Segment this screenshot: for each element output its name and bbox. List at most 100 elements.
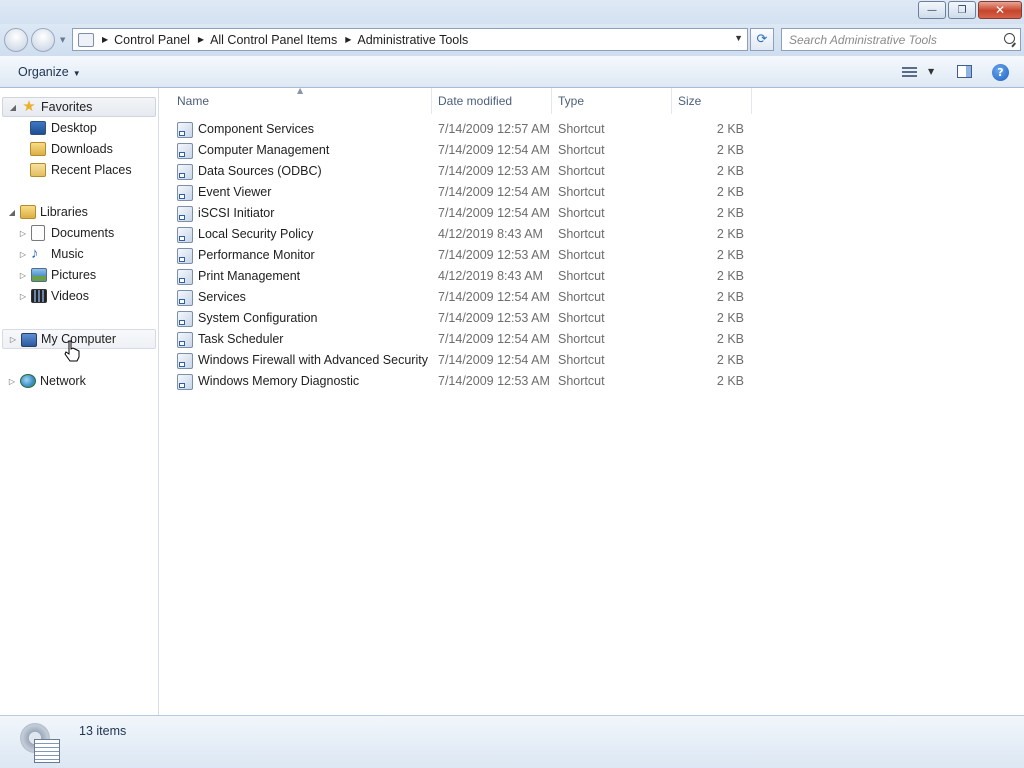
sort-ascending-icon: ▲ — [297, 86, 304, 95]
file-row[interactable]: Windows Memory Diagnostic 7/14/2009 12:5… — [160, 371, 760, 392]
breadcrumb-separator-icon[interactable]: ▶ — [198, 35, 204, 44]
recent-pages-dropdown-icon[interactable]: ▼ — [60, 36, 65, 44]
file-type: Shortcut — [558, 164, 605, 178]
file-row[interactable]: iSCSI Initiator 7/14/2009 12:54 AM Short… — [160, 203, 760, 224]
file-date: 7/14/2009 12:54 AM — [438, 185, 550, 199]
refresh-icon: ⟳ — [756, 32, 768, 47]
file-size: 2 KB — [716, 353, 744, 367]
column-header-date[interactable]: Date modified — [432, 88, 552, 114]
expanded-arrow-icon[interactable]: ◢ — [7, 208, 17, 217]
organize-button[interactable]: Organize ▼ — [18, 65, 81, 79]
command-bar: Organize ▼ ▼ ? — [0, 56, 1024, 88]
file-row[interactable]: Computer Management 7/14/2009 12:54 AM S… — [160, 140, 760, 161]
music-icon: ♪ — [31, 245, 39, 262]
breadcrumb-all-control-panel-items[interactable]: All Control Panel Items — [210, 33, 337, 47]
data-sources-icon — [177, 164, 193, 180]
help-icon[interactable]: ? — [992, 64, 1009, 81]
collapsed-arrow-icon[interactable]: ▷ — [8, 335, 18, 344]
column-header-name-label: Name — [177, 94, 210, 108]
chevron-down-icon: ▼ — [72, 69, 81, 78]
file-type: Shortcut — [558, 143, 605, 157]
collapsed-arrow-icon[interactable]: ▷ — [18, 292, 28, 301]
address-dropdown-icon[interactable]: ▼ — [734, 33, 743, 43]
nav-videos-label: Videos — [51, 289, 89, 303]
close-button[interactable]: ✕ — [978, 1, 1022, 19]
back-button[interactable] — [4, 28, 28, 52]
file-size: 2 KB — [716, 269, 744, 283]
views-dropdown-icon[interactable]: ▼ — [928, 67, 934, 76]
column-header-date-label: Date modified — [438, 94, 513, 108]
collapsed-arrow-icon[interactable]: ▷ — [7, 377, 17, 386]
file-type: Shortcut — [558, 227, 605, 241]
nav-network[interactable]: ▷ Network — [2, 371, 156, 391]
file-date: 7/14/2009 12:54 AM — [438, 290, 550, 304]
nav-desktop[interactable]: Desktop — [2, 118, 156, 138]
nav-videos[interactable]: ▷ Videos — [2, 286, 156, 306]
file-size: 2 KB — [716, 164, 744, 178]
title-bar: — ❐ ✕ — [0, 0, 1024, 24]
nav-music[interactable]: ▷ ♪ Music — [2, 244, 156, 264]
file-date: 7/14/2009 12:53 AM — [438, 248, 550, 262]
file-row[interactable]: Windows Firewall with Advanced Security … — [160, 350, 760, 371]
file-row[interactable]: Component Services 7/14/2009 12:57 AM Sh… — [160, 119, 760, 140]
file-size: 2 KB — [716, 311, 744, 325]
column-header-size[interactable]: Size — [672, 88, 752, 114]
file-row[interactable]: System Configuration 7/14/2009 12:53 AM … — [160, 308, 760, 329]
file-row[interactable]: Print Management 4/12/2019 8:43 AM Short… — [160, 266, 760, 287]
file-name: System Configuration — [198, 311, 318, 325]
address-bar[interactable]: ▶ Control Panel ▶ All Control Panel Item… — [72, 28, 748, 51]
file-name: Component Services — [198, 122, 315, 136]
nav-network-label: Network — [40, 374, 86, 388]
restore-button[interactable]: ❐ — [948, 1, 976, 19]
file-type: Shortcut — [558, 332, 605, 346]
file-date: 7/14/2009 12:53 AM — [438, 374, 550, 388]
file-size: 2 KB — [716, 332, 744, 346]
file-row[interactable]: Performance Monitor 7/14/2009 12:53 AM S… — [160, 245, 760, 266]
breadcrumb-separator-icon[interactable]: ▶ — [345, 35, 351, 44]
nav-recent-places[interactable]: Recent Places — [2, 160, 156, 180]
preview-pane-icon[interactable] — [957, 65, 972, 78]
search-placeholder: Search Administrative Tools — [789, 32, 937, 47]
administrative-tools-icon — [20, 723, 60, 763]
file-size: 2 KB — [716, 290, 744, 304]
pictures-icon — [31, 268, 47, 282]
collapsed-arrow-icon[interactable]: ▷ — [18, 271, 28, 280]
nav-pictures[interactable]: ▷ Pictures — [2, 265, 156, 285]
nav-documents[interactable]: ▷ Documents — [2, 223, 156, 243]
expanded-arrow-icon[interactable]: ◢ — [8, 103, 18, 112]
search-icon[interactable] — [1004, 33, 1015, 44]
nav-libraries[interactable]: ◢ Libraries — [2, 202, 156, 222]
libraries-folder-icon — [20, 205, 36, 219]
network-icon — [20, 374, 36, 388]
task-scheduler-icon — [177, 332, 193, 348]
refresh-button[interactable]: ⟳ — [750, 28, 774, 51]
collapsed-arrow-icon[interactable]: ▷ — [18, 250, 28, 259]
collapsed-arrow-icon[interactable]: ▷ — [18, 229, 28, 238]
file-name: Local Security Policy — [198, 227, 314, 241]
computer-icon — [21, 333, 37, 347]
file-row[interactable]: Data Sources (ODBC) 7/14/2009 12:53 AM S… — [160, 161, 760, 182]
search-input[interactable]: Search Administrative Tools — [781, 28, 1021, 51]
minimize-button[interactable]: — — [918, 1, 946, 19]
nav-favorites[interactable]: ◢ ★ Favorites — [2, 97, 156, 117]
change-view-icon[interactable] — [902, 67, 917, 77]
breadcrumb-separator-icon[interactable]: ▶ — [102, 35, 108, 44]
file-row[interactable]: Services 7/14/2009 12:54 AM Shortcut 2 K… — [160, 287, 760, 308]
nav-downloads[interactable]: Downloads — [2, 139, 156, 159]
breadcrumb-control-panel[interactable]: Control Panel — [114, 33, 190, 47]
event-viewer-icon — [177, 185, 193, 201]
local-security-policy-icon — [177, 227, 193, 243]
file-date: 7/14/2009 12:53 AM — [438, 164, 550, 178]
forward-button[interactable] — [31, 28, 55, 52]
computer-management-icon — [177, 143, 193, 159]
file-name: Task Scheduler — [198, 332, 284, 346]
column-header-type[interactable]: Type — [552, 88, 672, 114]
file-type: Shortcut — [558, 290, 605, 304]
file-row[interactable]: Event Viewer 7/14/2009 12:54 AM Shortcut… — [160, 182, 760, 203]
file-name: Data Sources (ODBC) — [198, 164, 322, 178]
file-row[interactable]: Task Scheduler 7/14/2009 12:54 AM Shortc… — [160, 329, 760, 350]
file-type: Shortcut — [558, 311, 605, 325]
recent-places-icon — [30, 163, 46, 177]
file-row[interactable]: Local Security Policy 4/12/2019 8:43 AM … — [160, 224, 760, 245]
breadcrumb-administrative-tools[interactable]: Administrative Tools — [357, 33, 468, 47]
